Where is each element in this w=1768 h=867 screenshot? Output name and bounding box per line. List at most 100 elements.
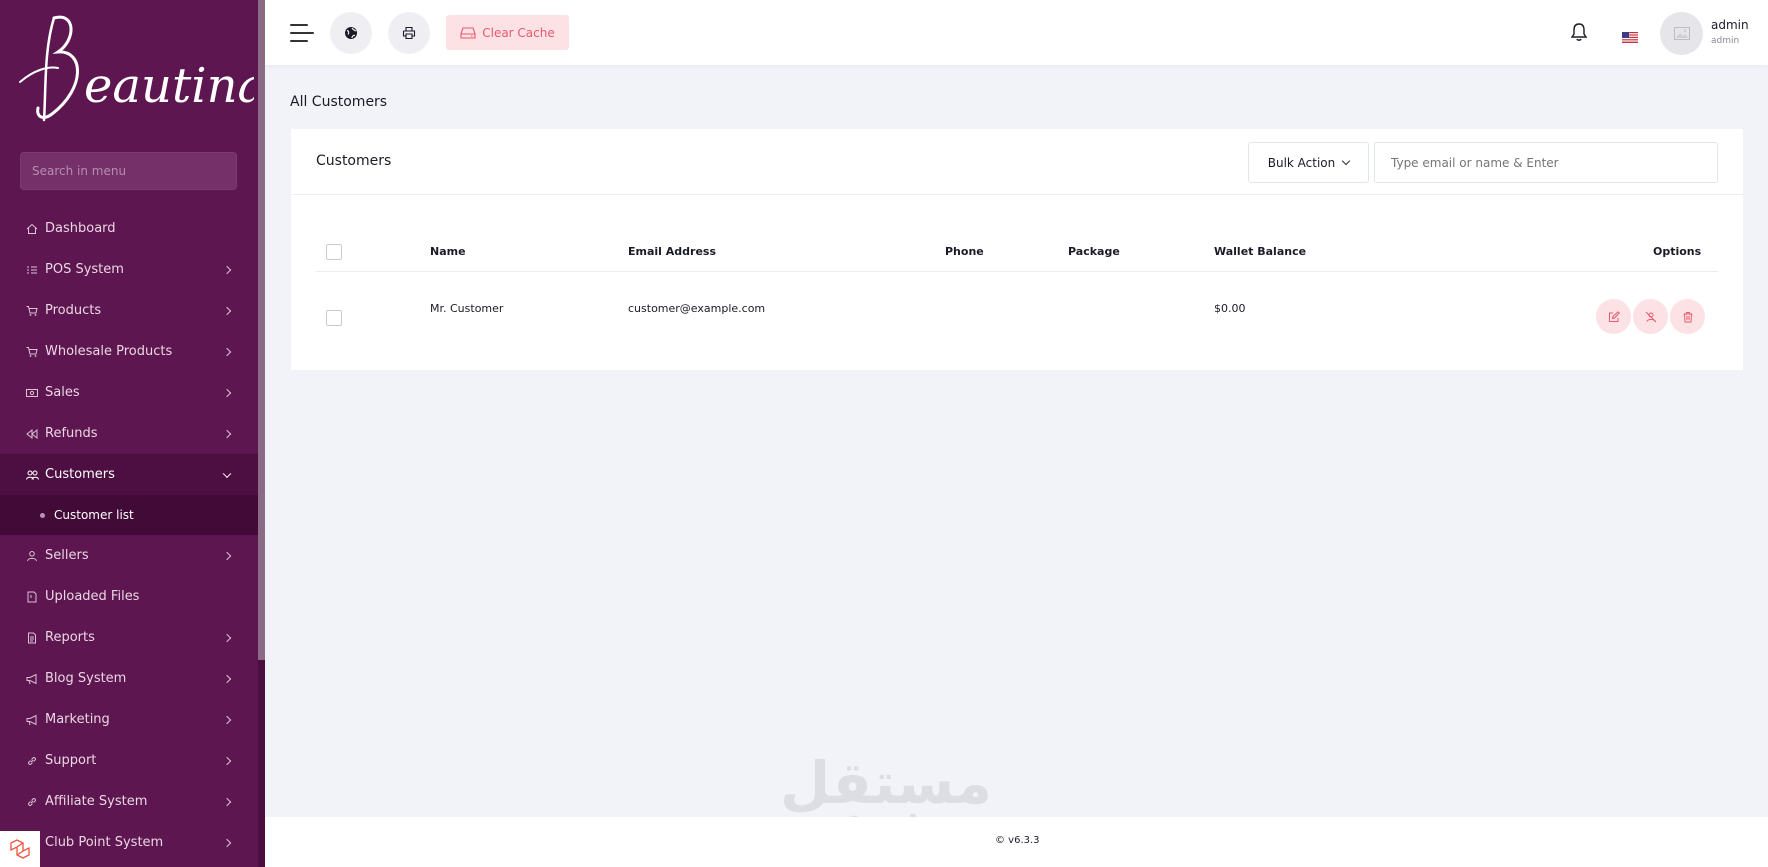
chevron-right-icon xyxy=(222,797,232,806)
sidebar-item-label: Sales xyxy=(45,385,80,400)
sidebar-item-reports[interactable]: Reports xyxy=(0,617,258,658)
user-avatar[interactable] xyxy=(1660,12,1703,55)
chevron-right-icon xyxy=(222,388,232,397)
link-icon xyxy=(25,795,39,809)
sidebar-subitem-customer-list[interactable]: Customer list xyxy=(0,495,258,535)
chevron-right-icon xyxy=(222,838,232,847)
column-header-email[interactable]: Email Address xyxy=(628,245,716,258)
select-all-checkbox[interactable] xyxy=(326,244,342,260)
brand-logo: eautina xyxy=(19,15,254,122)
clear-cache-button[interactable]: Clear Cache xyxy=(446,15,569,50)
chevron-right-icon xyxy=(222,674,232,683)
sidebar-subitem-label: Customer list xyxy=(54,508,134,522)
sidebar-scrollbar-thumb[interactable] xyxy=(258,0,265,660)
sidebar-item-label: Products xyxy=(45,303,102,318)
chevron-right-icon xyxy=(222,347,232,356)
sidebar-item-products[interactable]: Products xyxy=(0,290,258,331)
card-header: Customers Bulk Action xyxy=(291,129,1743,195)
sidebar-item-affiliate-system[interactable]: Affiliate System xyxy=(0,781,258,822)
edit-button[interactable] xyxy=(1596,299,1631,334)
sidebar-item-dashboard[interactable]: Dashboard xyxy=(0,208,258,249)
image-placeholder-icon xyxy=(1673,27,1690,40)
globe-button[interactable] xyxy=(330,12,372,54)
chevron-right-icon xyxy=(222,551,232,560)
sidebar-item-label: Support xyxy=(45,753,97,768)
sidebar-scrollbar[interactable] xyxy=(258,0,265,867)
sidebar-item-sales[interactable]: Sales xyxy=(0,372,258,413)
column-header-phone[interactable]: Phone xyxy=(945,245,984,258)
edit-icon xyxy=(1608,310,1620,322)
chevron-right-icon xyxy=(222,756,232,765)
users-icon xyxy=(25,468,39,482)
topbar: Clear Cache admin admin xyxy=(265,0,1768,65)
sidebar-item-label: POS System xyxy=(45,262,124,277)
bulk-action-label: Bulk Action xyxy=(1267,155,1336,170)
column-header-package[interactable]: Package xyxy=(1068,245,1120,258)
print-button[interactable] xyxy=(388,12,430,54)
sidebar-item-label: Wholesale Products xyxy=(45,344,173,359)
customers-card: Customers Bulk Action Name Email Address… xyxy=(291,129,1743,370)
cart-icon xyxy=(25,304,39,318)
hdd-icon xyxy=(460,26,476,39)
sidebar-item-support[interactable]: Support xyxy=(0,740,258,781)
sidebar-item-label: Refunds xyxy=(45,426,98,441)
chevron-right-icon xyxy=(222,715,232,724)
sidebar-item-label: Customers xyxy=(45,467,115,482)
sidebar-item-marketing[interactable]: Marketing xyxy=(0,699,258,740)
home-icon xyxy=(25,222,39,236)
row-checkbox[interactable] xyxy=(326,310,342,326)
cell-email: customer@example.com xyxy=(628,302,766,315)
column-header-name[interactable]: Name xyxy=(430,245,466,258)
file-icon xyxy=(25,631,39,645)
sidebar-item-label: Affiliate System xyxy=(45,794,148,809)
sidebar-item-uploaded-files[interactable]: Uploaded Files xyxy=(0,576,258,617)
cell-wallet-balance: $0.00 xyxy=(1214,302,1246,315)
money-icon xyxy=(25,386,39,400)
divider xyxy=(316,271,1718,272)
customer-search-input[interactable] xyxy=(1374,142,1718,183)
printer-icon xyxy=(402,26,416,40)
sidebar-item-label: Club Point System xyxy=(45,835,164,850)
footer: © v6.3.3 xyxy=(265,817,1768,867)
chevron-right-icon xyxy=(222,429,232,438)
sidebar-item-sellers[interactable]: Sellers xyxy=(0,535,258,576)
backward-icon xyxy=(25,427,39,441)
sidebar-menu: Dashboard POS System Products Wholesale … xyxy=(0,208,258,863)
sidebar-item-label: Sellers xyxy=(45,548,89,563)
bullhorn-icon xyxy=(25,672,39,686)
sidebar-item-pos-system[interactable]: POS System xyxy=(0,249,258,290)
sidebar-item-refunds[interactable]: Refunds xyxy=(0,413,258,454)
cart-icon xyxy=(25,345,39,359)
user-role: admin xyxy=(1711,36,1740,46)
page-title: All Customers xyxy=(290,94,388,110)
sidebar-search-input[interactable]: Search in menu xyxy=(20,152,237,190)
sidebar-item-wholesale-products[interactable]: Wholesale Products xyxy=(0,331,258,372)
us-flag-icon[interactable] xyxy=(1622,28,1638,43)
sidebar-item-label: Reports xyxy=(45,630,95,645)
sidebar: eautina Search in menu Dashboard POS Sys… xyxy=(0,0,265,867)
bullet-icon xyxy=(40,512,45,518)
user-icon xyxy=(25,549,39,563)
folder-icon xyxy=(25,590,39,604)
card-title: Customers xyxy=(316,153,392,169)
user-slash-icon xyxy=(1645,311,1656,322)
sidebar-item-customers[interactable]: Customers xyxy=(0,454,258,495)
watermark-arabic: مستقل xyxy=(779,749,993,817)
chevron-right-icon xyxy=(222,306,232,315)
laravel-logo-icon xyxy=(0,831,40,867)
ban-user-button[interactable] xyxy=(1633,299,1668,334)
sidebar-item-label: Blog System xyxy=(45,671,127,686)
sidebar-item-blog-system[interactable]: Blog System xyxy=(0,658,258,699)
chevron-down-icon xyxy=(222,469,232,478)
notification-bell-icon[interactable] xyxy=(1570,22,1588,46)
column-header-wallet-balance[interactable]: Wallet Balance xyxy=(1214,245,1306,258)
trash-icon xyxy=(1683,311,1692,322)
bulk-action-dropdown[interactable]: Bulk Action xyxy=(1248,142,1369,183)
svg-text:eautina: eautina xyxy=(84,58,254,114)
chevron-right-icon xyxy=(222,265,232,274)
menu-toggle-icon[interactable] xyxy=(290,22,316,44)
delete-button[interactable] xyxy=(1670,299,1705,334)
link-icon xyxy=(25,754,39,768)
list-icon xyxy=(25,263,39,277)
user-name[interactable]: admin xyxy=(1711,18,1749,32)
